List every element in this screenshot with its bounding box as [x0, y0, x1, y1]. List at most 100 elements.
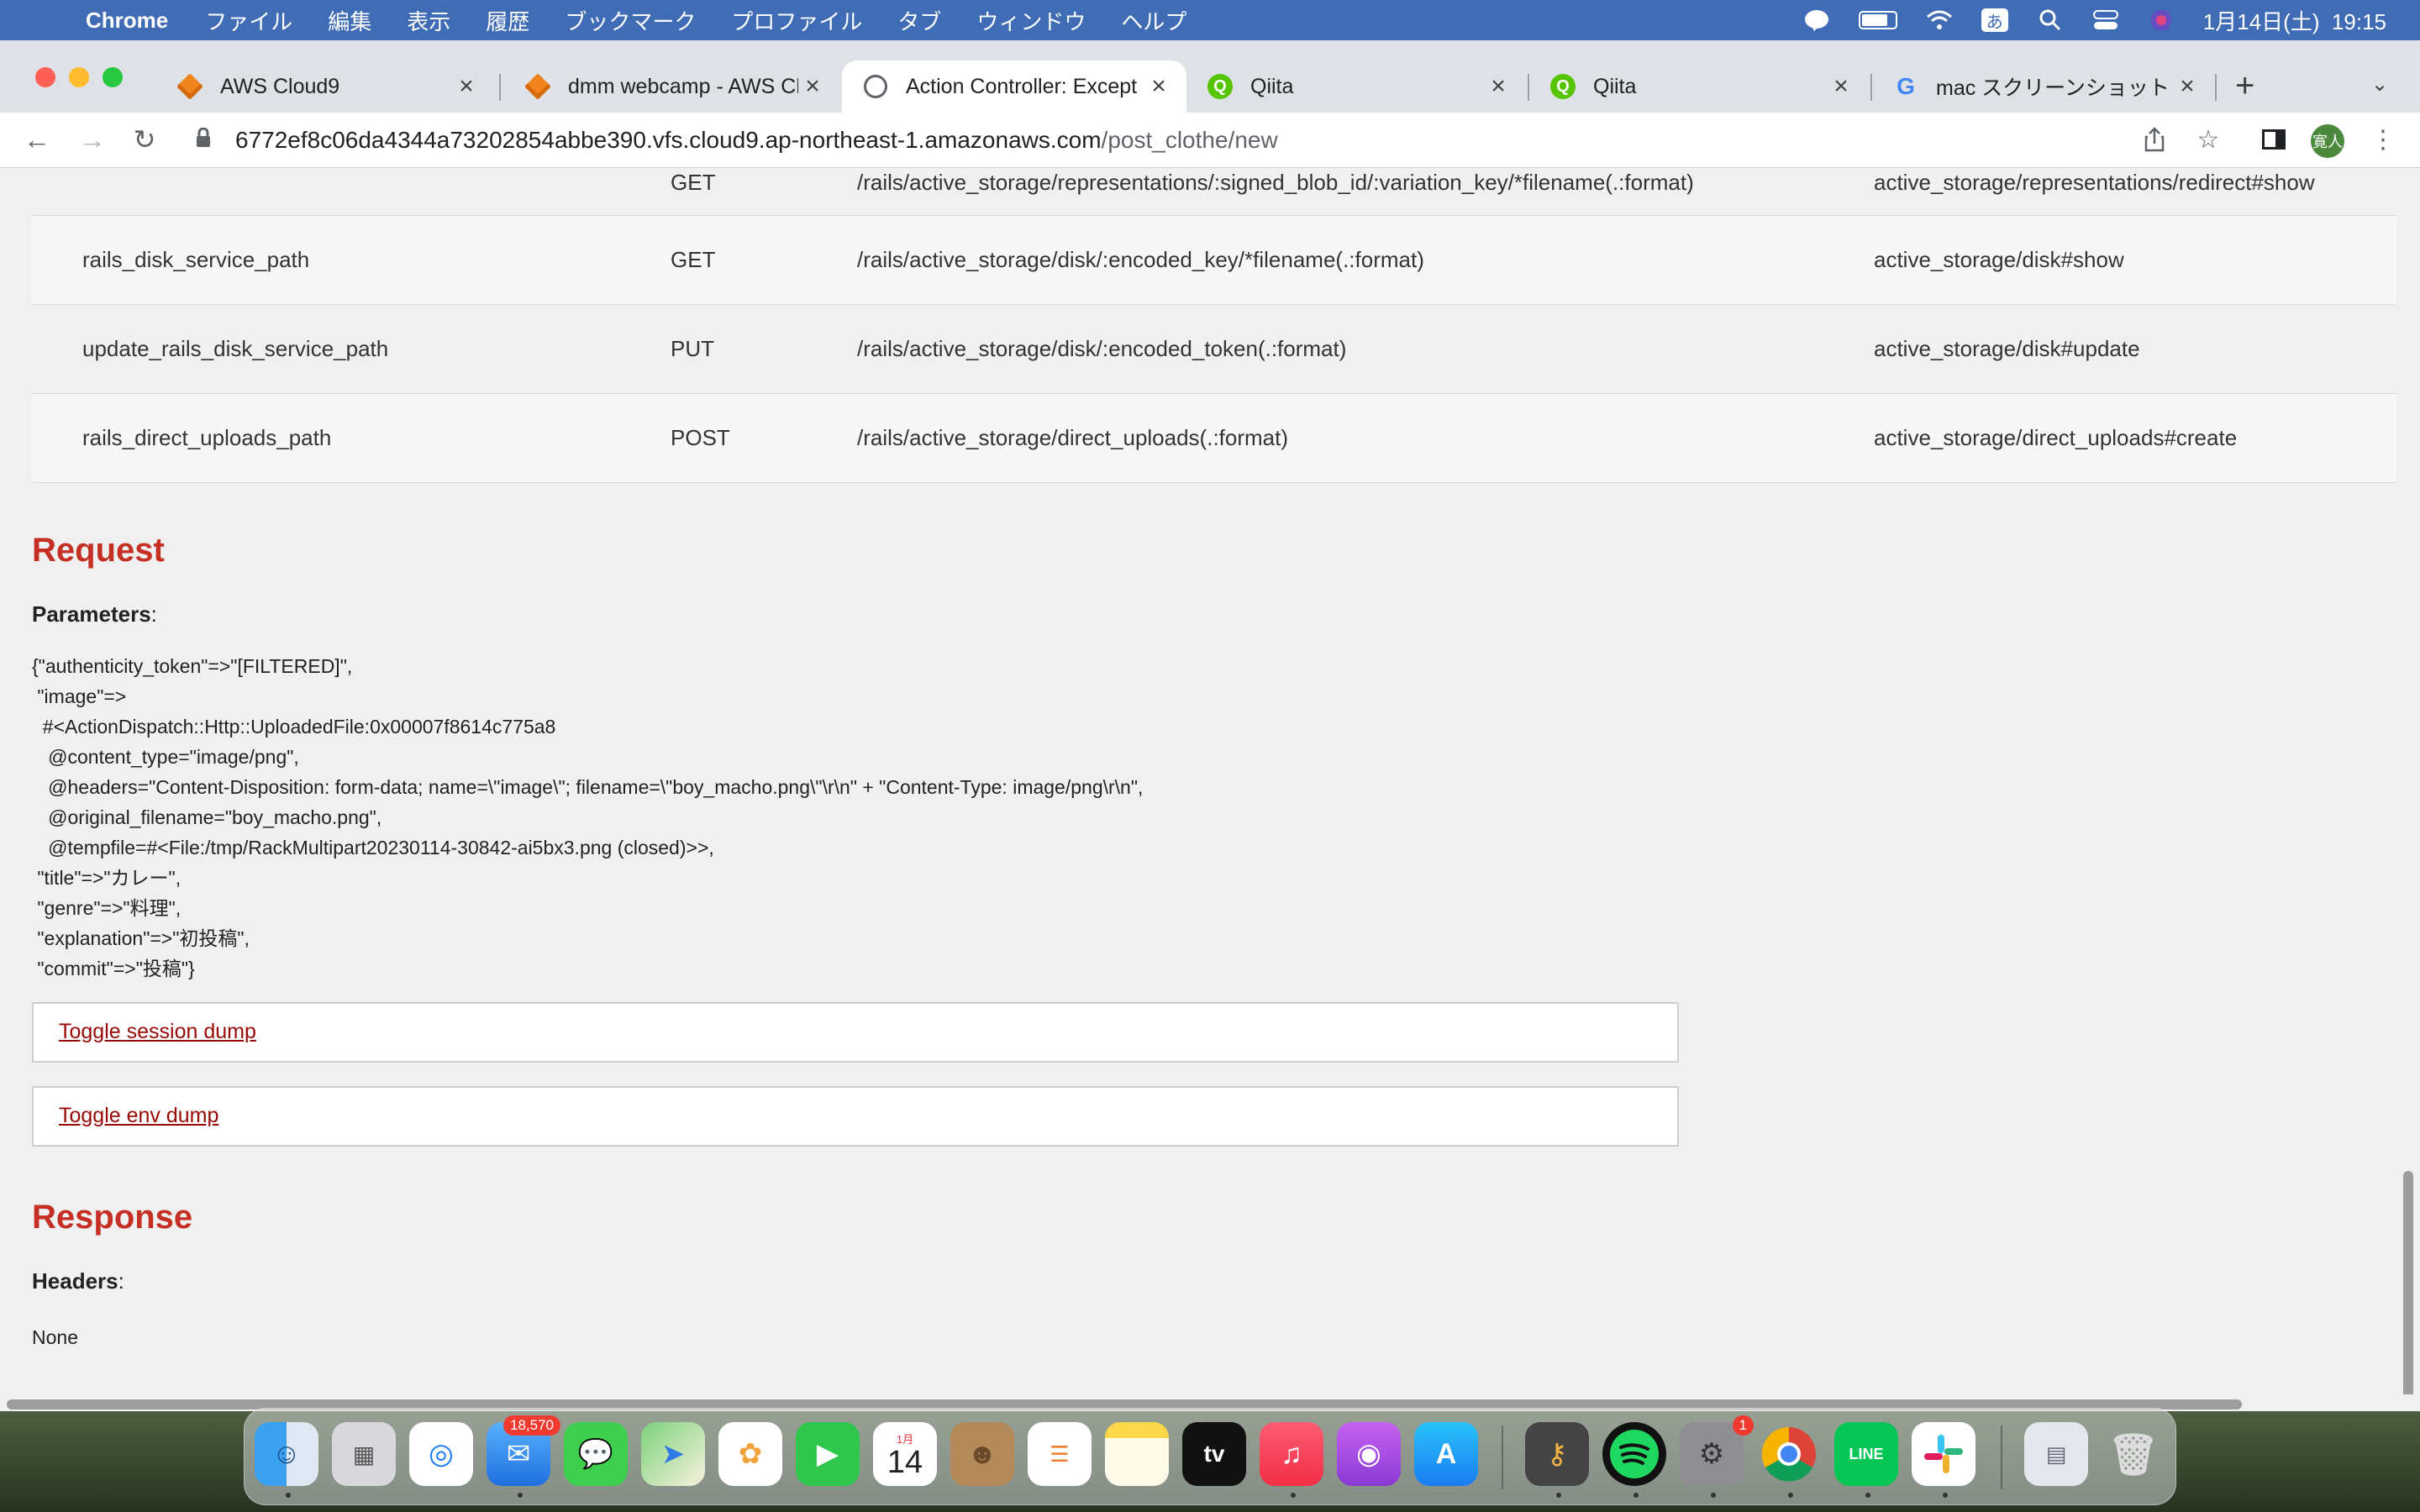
- system-preferences-icon[interactable]: ⚙ 1: [1680, 1415, 1754, 1486]
- running-indicator: [518, 1493, 523, 1498]
- menubar-clock[interactable]: 1月14日(土) 19:15: [2203, 5, 2386, 36]
- lock-icon[interactable]: [195, 127, 220, 153]
- messages-icon[interactable]: 💬: [564, 1422, 628, 1486]
- google-icon: G: [1897, 73, 1915, 99]
- tab-qiita-1[interactable]: Q Qiita ×: [1186, 60, 1526, 113]
- table-row: update_rails_disk_service_path PUT /rail…: [32, 304, 2396, 394]
- tab-dmm-webcamp[interactable]: dmm webcamp - AWS Cl ×: [504, 60, 840, 113]
- input-method-icon[interactable]: あ: [1981, 8, 2008, 32]
- reload-icon[interactable]: ↻: [128, 123, 161, 156]
- reminders-icon[interactable]: ☰: [1028, 1422, 1092, 1486]
- tab-search-chevron-icon[interactable]: ⌄: [2371, 72, 2388, 97]
- chrome-icon[interactable]: [1757, 1422, 1821, 1486]
- finder-icon[interactable]: ☺: [255, 1422, 318, 1486]
- toggle-session-dump-link[interactable]: Toggle session dump: [59, 1020, 256, 1044]
- calendar-month: 1月: [896, 1432, 914, 1446]
- route-helper: update_rails_disk_service_path: [32, 304, 671, 394]
- tab-google-search[interactable]: G mac スクリーンショット - ×: [1872, 60, 2215, 113]
- apple-tv-icon[interactable]: tv: [1182, 1422, 1246, 1486]
- new-tab-plus-icon[interactable]: +: [2235, 67, 2254, 105]
- calendar-icon[interactable]: 1月 14: [873, 1422, 937, 1486]
- route-path: /rails/active_storage/direct_uploads(.:f…: [857, 393, 1874, 483]
- photos-icon[interactable]: ✿: [718, 1422, 782, 1486]
- address-bar[interactable]: 6772ef8c06da4344a73202854abbe390.vfs.clo…: [188, 121, 2196, 160]
- calendar-day: 14: [886, 1444, 923, 1480]
- downloads-stack-icon[interactable]: ▤: [2024, 1422, 2088, 1486]
- route-path: /rails/active_storage/disk/:encoded_toke…: [857, 304, 1874, 394]
- menu-view[interactable]: 表示: [407, 5, 450, 36]
- tab-qiita-2[interactable]: Q Qiita ×: [1529, 60, 1869, 113]
- trash-icon[interactable]: 🗑: [2102, 1422, 2165, 1486]
- share-icon[interactable]: [2138, 123, 2171, 156]
- tab-action-controller[interactable]: Action Controller: Except ×: [842, 60, 1186, 113]
- facetime-icon[interactable]: ▶: [796, 1422, 860, 1486]
- tab-strip: AWS Cloud9 × dmm webcamp - AWS Cl × Acti…: [0, 40, 2420, 113]
- forward-arrow-icon[interactable]: →: [76, 123, 109, 156]
- route-verb: POST: [671, 393, 857, 483]
- route-action: active_storage/direct_uploads#create: [1874, 393, 2396, 483]
- spotify-icon[interactable]: [1602, 1422, 1666, 1486]
- route-path: /rails/active_storage/disk/:encoded_key/…: [857, 215, 1874, 305]
- slack-icon[interactable]: [1912, 1422, 1975, 1486]
- close-tab-icon[interactable]: ×: [1484, 72, 1512, 101]
- line-app-icon[interactable]: LINE: [1834, 1422, 1898, 1486]
- session-dump-box: Toggle session dump: [32, 1001, 1679, 1063]
- keychain-icon[interactable]: ⚷: [1525, 1422, 1589, 1486]
- parameters-label-text: Parameters: [32, 601, 151, 627]
- table-row: rails_direct_uploads_path POST /rails/ac…: [32, 393, 2396, 483]
- toggle-env-dump-link[interactable]: Toggle env dump: [59, 1104, 218, 1128]
- launchpad-icon[interactable]: ▦: [332, 1422, 396, 1486]
- url-host: 6772ef8c06da4344a73202854abbe390.vfs.clo…: [235, 127, 1102, 153]
- close-tab-icon[interactable]: ×: [2173, 72, 2202, 101]
- notes-icon[interactable]: [1105, 1422, 1169, 1486]
- tab-aws-cloud9[interactable]: AWS Cloud9 ×: [156, 60, 494, 113]
- menu-profiles[interactable]: プロファイル: [731, 5, 862, 36]
- tab-separator: [499, 74, 501, 101]
- close-tab-icon[interactable]: ×: [798, 72, 827, 101]
- line-status-icon[interactable]: [1803, 8, 1830, 32]
- request-heading: Request: [32, 531, 165, 569]
- app-store-icon[interactable]: A: [1414, 1422, 1478, 1486]
- tab-label: Qiita: [1593, 74, 1637, 98]
- battery-icon[interactable]: [1858, 11, 1897, 29]
- close-window-button[interactable]: [35, 67, 55, 87]
- mail-icon[interactable]: ✉ 18,570: [487, 1415, 560, 1486]
- side-panel-icon[interactable]: [2257, 123, 2291, 156]
- menu-file[interactable]: ファイル: [205, 5, 292, 36]
- minimize-window-button[interactable]: [69, 67, 89, 87]
- menu-bookmarks[interactable]: ブックマーク: [565, 5, 696, 36]
- menu-help[interactable]: ヘルプ: [1121, 5, 1186, 36]
- maps-icon[interactable]: ➤: [641, 1422, 705, 1486]
- back-arrow-icon[interactable]: ←: [20, 123, 54, 156]
- profile-avatar[interactable]: 寛人: [2311, 124, 2344, 158]
- music-icon[interactable]: ♫: [1260, 1422, 1323, 1486]
- siri-icon[interactable]: [2148, 8, 2175, 32]
- menu-window[interactable]: ウィンドウ: [976, 5, 1086, 36]
- table-row: GET /rails/active_storage/representation…: [32, 168, 2396, 216]
- tab-label: Qiita: [1250, 74, 1294, 98]
- close-tab-icon[interactable]: ×: [1144, 72, 1173, 101]
- headers-value: None: [32, 1326, 78, 1348]
- app-menu-chrome[interactable]: Chrome: [86, 8, 168, 34]
- route-verb: GET: [671, 168, 857, 216]
- bookmark-star-icon[interactable]: ☆: [2191, 123, 2225, 156]
- menu-tab[interactable]: タブ: [897, 5, 941, 36]
- table-row: rails_disk_service_path GET /rails/activ…: [32, 215, 2396, 305]
- safari-icon[interactable]: ◎: [409, 1422, 473, 1486]
- menu-history[interactable]: 履歴: [486, 5, 529, 36]
- running-indicator: [1711, 1493, 1716, 1498]
- response-heading: Response: [32, 1198, 193, 1236]
- zoom-window-button[interactable]: [103, 67, 123, 87]
- running-indicator: [1556, 1493, 1561, 1498]
- spotlight-search-icon[interactable]: [2037, 8, 2064, 32]
- vertical-scrollbar[interactable]: [2403, 1171, 2413, 1411]
- contacts-icon[interactable]: ☻: [950, 1422, 1014, 1486]
- route-action: active_storage/disk#show: [1874, 215, 2396, 305]
- menu-edit[interactable]: 編集: [328, 5, 371, 36]
- more-menu-icon[interactable]: ⋮: [2366, 123, 2400, 156]
- close-tab-icon[interactable]: ×: [1827, 72, 1855, 101]
- close-tab-icon[interactable]: ×: [452, 72, 481, 101]
- control-center-icon[interactable]: [2092, 8, 2119, 32]
- wifi-icon[interactable]: [1926, 8, 1953, 32]
- podcasts-icon[interactable]: ◉: [1337, 1422, 1401, 1486]
